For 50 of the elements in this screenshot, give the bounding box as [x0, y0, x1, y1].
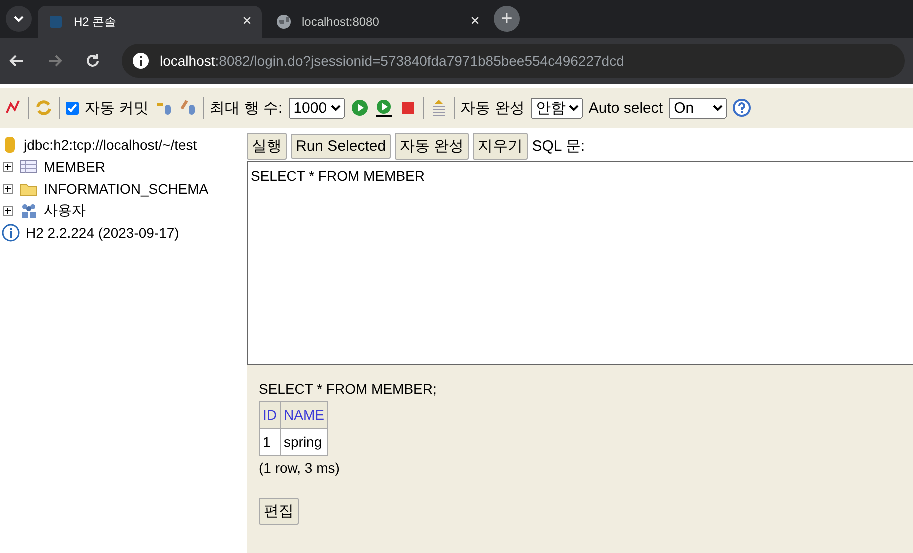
auto-select-select[interactable]: On: [669, 98, 728, 118]
address-bar[interactable]: localhost:8082/login.do?jsessionid=573840fda7971b85bee554c496227dcd: [122, 44, 905, 78]
caret-icon: [14, 16, 24, 22]
new-tab-button[interactable]: +: [494, 6, 520, 32]
table-cell: 1: [260, 428, 280, 456]
max-rows-select[interactable]: 1000: [288, 98, 345, 118]
table-cell: spring: [280, 428, 328, 456]
sql-label: SQL 문:: [532, 136, 586, 156]
max-rows-label: 최대 행 수:: [210, 98, 283, 118]
auto-commit-label: 자동 커밋: [85, 98, 150, 118]
close-tab-button[interactable]: ×: [242, 13, 252, 31]
browser-tab[interactable]: H2 콘솔 ×: [38, 6, 262, 38]
table-icon: [20, 160, 38, 174]
expand-icon[interactable]: [2, 205, 14, 217]
run-selected-icon[interactable]: [374, 99, 393, 117]
sql-editor[interactable]: SELECT * FROM MEMBER: [247, 161, 913, 365]
url-text: localhost:8082/login.do?jsessionid=573840fda7971b85bee554c496227dcd: [160, 53, 624, 69]
editor-button[interactable]: Run Selected: [291, 134, 392, 158]
help-icon[interactable]: [733, 99, 752, 117]
expand-icon[interactable]: [2, 161, 14, 173]
editor-button[interactable]: 지우기: [473, 132, 528, 160]
editor-button[interactable]: 실행: [247, 132, 287, 160]
tree-item[interactable]: 사용자: [44, 202, 86, 220]
tab-list-button[interactable]: [6, 6, 32, 32]
browser-tab[interactable]: localhost:8080 ×: [266, 6, 490, 38]
tree-item[interactable]: MEMBER: [44, 159, 106, 175]
tab-title: H2 콘솔: [74, 14, 118, 30]
tree-item[interactable]: INFORMATION_SCHEMA: [44, 181, 209, 197]
result-summary: (1 row, 3 ms): [259, 460, 340, 476]
autocomplete-label: 자동 완성: [460, 98, 525, 118]
version-text: H2 2.2.224 (2023-09-17): [26, 225, 180, 241]
result-statement: SELECT * FROM MEMBER;: [259, 381, 437, 397]
run-icon[interactable]: [350, 99, 369, 117]
edit-button[interactable]: 편집: [259, 498, 299, 525]
autocomplete-select[interactable]: 안함: [530, 98, 583, 118]
auto-commit-checkbox[interactable]: [66, 102, 79, 114]
globe-icon: [276, 14, 292, 30]
column-header[interactable]: ID: [260, 402, 280, 428]
expand-icon[interactable]: [2, 183, 14, 195]
folder-icon: [20, 182, 38, 196]
connection-url: jdbc:h2:tcp://localhost/~/test: [24, 137, 198, 153]
info-icon: [132, 52, 150, 70]
editor-button[interactable]: 자동 완성: [395, 132, 470, 160]
database-icon: [2, 136, 18, 154]
auto-select-label: Auto select: [588, 100, 664, 116]
tab-title: localhost:8080: [302, 15, 380, 29]
close-tab-button[interactable]: ×: [470, 13, 480, 31]
users-icon: [20, 203, 38, 219]
reload-icon[interactable]: [84, 52, 102, 70]
column-header[interactable]: NAME: [280, 402, 328, 428]
